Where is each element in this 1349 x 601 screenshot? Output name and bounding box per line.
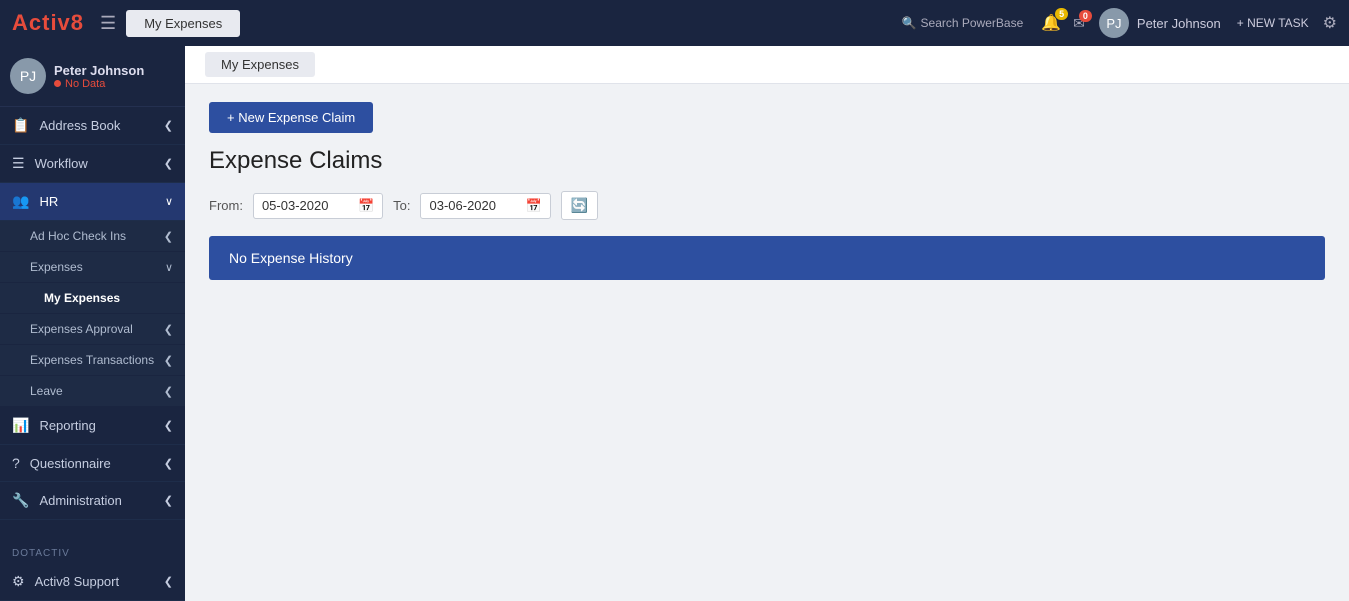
administration-icon: 🔧 xyxy=(12,492,29,509)
dotactiv-label: DOTACTIV xyxy=(0,538,185,563)
search-icon: 🔍 xyxy=(902,16,917,30)
sidebar-user: PJ Peter Johnson No Data xyxy=(0,46,185,107)
page-title: Expense Claims xyxy=(209,147,1325,175)
breadcrumb-my-expenses[interactable]: My Expenses xyxy=(205,52,315,77)
from-date-input-wrap: 📅 xyxy=(253,193,383,219)
to-date-input-wrap: 📅 xyxy=(420,193,550,219)
to-calendar-icon[interactable]: 📅 xyxy=(525,198,541,214)
chevron-icon: ❮ xyxy=(164,230,173,243)
search-bar[interactable]: 🔍 Search PowerBase xyxy=(902,16,1024,30)
breadcrumb: My Expenses xyxy=(185,46,1349,84)
hr-icon: 👥 xyxy=(12,193,29,210)
chevron-icon: ❮ xyxy=(164,354,173,367)
chevron-icon: ❮ xyxy=(164,419,173,432)
sidebar-item-adhoc[interactable]: Ad Hoc Check Ins ❮ xyxy=(0,221,185,252)
to-label: To: xyxy=(393,198,410,213)
topnav: Activ8 ☰ My Expenses 🔍 Search PowerBase … xyxy=(0,0,1349,46)
chevron-icon: ❮ xyxy=(164,494,173,507)
date-filter-row: From: 📅 To: 📅 🔄 xyxy=(209,191,1325,220)
main-content: + New Expense Claim Expense Claims From:… xyxy=(185,84,1349,298)
new-expense-claim-button[interactable]: + New Expense Claim xyxy=(209,102,373,133)
from-label: From: xyxy=(209,198,243,213)
from-calendar-icon[interactable]: 📅 xyxy=(358,198,374,214)
no-expense-banner: No Expense History xyxy=(209,236,1325,280)
chevron-down-icon: ∨ xyxy=(165,195,173,208)
sidebar-item-expenses-transactions[interactable]: Expenses Transactions ❮ xyxy=(0,345,185,376)
sidebar-item-address-book[interactable]: 📋 Address Book ❮ xyxy=(0,107,185,145)
sidebar-item-workflow[interactable]: ☰ Workflow ❮ xyxy=(0,145,185,183)
topnav-username: Peter Johnson xyxy=(1137,16,1221,31)
sidebar-nav: 📋 Address Book ❮ ☰ Workflow ❮ 👥 HR ∨ Ad … xyxy=(0,107,185,538)
chevron-icon: ❮ xyxy=(164,157,173,170)
questionnaire-icon: ? xyxy=(12,455,20,471)
sidebar-username: Peter Johnson xyxy=(54,63,144,78)
sidebar-item-administration[interactable]: 🔧 Administration ❮ xyxy=(0,482,185,520)
main-content-area: My Expenses + New Expense Claim Expense … xyxy=(185,46,1349,601)
hamburger-button[interactable]: ☰ xyxy=(100,13,116,34)
refresh-button[interactable]: 🔄 xyxy=(561,191,598,220)
new-task-button[interactable]: + NEW TASK xyxy=(1237,16,1309,30)
reporting-icon: 📊 xyxy=(12,417,29,434)
sidebar-item-activ8-support[interactable]: ⚙ Activ8 Support ❮ xyxy=(0,563,185,601)
sidebar: PJ Peter Johnson No Data 📋 Address Book … xyxy=(0,46,185,601)
app-logo: Activ8 xyxy=(12,10,84,36)
sidebar-item-reporting[interactable]: 📊 Reporting ❮ xyxy=(0,407,185,445)
messages-button[interactable]: ✉ 0 xyxy=(1073,15,1085,32)
chevron-icon: ❮ xyxy=(164,457,173,470)
chevron-icon: ❮ xyxy=(164,119,173,132)
sidebar-item-expenses-approval[interactable]: Expenses Approval ❮ xyxy=(0,314,185,345)
address-book-icon: 📋 xyxy=(12,117,29,134)
sidebar-item-hr[interactable]: 👥 HR ∨ xyxy=(0,183,185,221)
from-date-input[interactable] xyxy=(262,198,352,213)
activ8-support-icon: ⚙ xyxy=(12,573,25,590)
my-expenses-tab[interactable]: My Expenses xyxy=(126,10,240,37)
sidebar-item-leave[interactable]: Leave ❮ xyxy=(0,376,185,407)
chevron-icon: ❮ xyxy=(164,575,173,588)
sidebar-sub-hr: Ad Hoc Check Ins ❮ Expenses ∨ My Expense… xyxy=(0,221,185,407)
status-dot xyxy=(54,80,61,87)
sidebar-item-expenses[interactable]: Expenses ∨ xyxy=(0,252,185,283)
chevron-down-icon: ∨ xyxy=(165,261,173,274)
to-date-input[interactable] xyxy=(429,198,519,213)
chevron-icon: ❮ xyxy=(164,385,173,398)
sidebar-status: No Data xyxy=(54,78,144,90)
settings-icon[interactable]: ⚙ xyxy=(1323,13,1337,33)
sidebar-item-questionnaire[interactable]: ? Questionnaire ❮ xyxy=(0,445,185,482)
workflow-icon: ☰ xyxy=(12,155,25,172)
notifications-button[interactable]: 🔔 5 xyxy=(1041,13,1061,33)
avatar: PJ xyxy=(1099,8,1129,38)
sidebar-item-my-expenses[interactable]: My Expenses xyxy=(0,283,185,314)
chevron-icon: ❮ xyxy=(164,323,173,336)
layout: PJ Peter Johnson No Data 📋 Address Book … xyxy=(0,46,1349,601)
sidebar-avatar: PJ xyxy=(10,58,46,94)
no-expense-text: No Expense History xyxy=(229,250,353,266)
